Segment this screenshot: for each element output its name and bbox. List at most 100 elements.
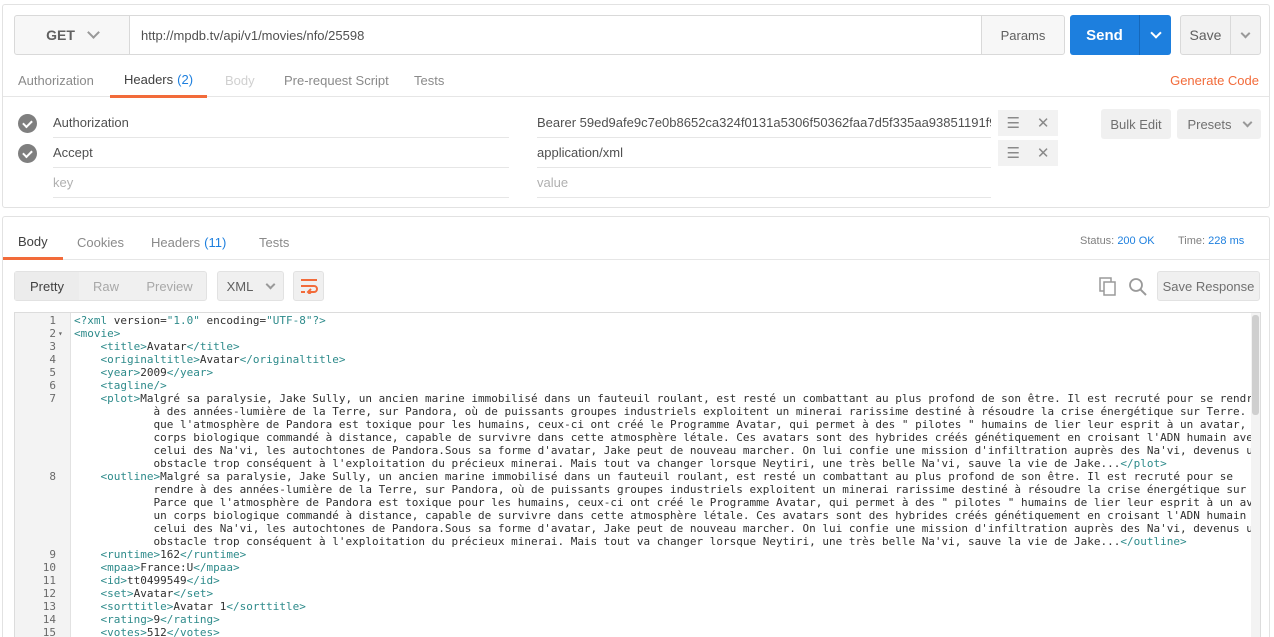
- line-number: 6: [49, 379, 56, 392]
- view-mode-group: Pretty Raw Preview: [14, 271, 207, 301]
- tab-pre-request-script[interactable]: Pre-request Script: [284, 63, 389, 97]
- response-panel: Body Cookies Headers (11) Tests Status: …: [2, 216, 1270, 637]
- time-readout: Time: 228 ms: [1178, 235, 1244, 247]
- code-text: <sorttitle>Avatar 1</sorttitle>: [100, 600, 306, 613]
- header-value-input[interactable]: value: [537, 168, 991, 198]
- code-text: <year>2009</year>: [100, 366, 214, 379]
- code-text: à des années-lumière de la Terre, sur Pa…: [74, 405, 1261, 418]
- code-text: <outline>Malgré sa paralysie, Jake Sully…: [100, 470, 1233, 483]
- request-panel: GET http://mpdb.tv/api/v1/movies/nfo/255…: [2, 4, 1270, 208]
- tab-body[interactable]: Body: [3, 225, 63, 260]
- code-text: obstacle trop conséquent à l'exploitatio…: [74, 535, 1187, 548]
- search-icon[interactable]: [1128, 277, 1148, 300]
- close-icon[interactable]: ✕: [1037, 114, 1050, 132]
- presets-label: Presets: [1187, 116, 1232, 132]
- chevron-down-icon: [87, 26, 100, 39]
- time-label: Time:: [1178, 235, 1206, 247]
- code-text: <?xml version="1.0" encoding="UTF-8"?>: [74, 314, 326, 327]
- tab-tests[interactable]: Tests: [259, 225, 289, 259]
- header-value-input[interactable]: Bearer 59ed9afe9c7e0b8652ca324f0131a5306…: [537, 108, 991, 138]
- code-text: <plot>Malgré sa paralysie, Jake Sully, u…: [100, 392, 1260, 405]
- line-number: 8: [49, 470, 56, 483]
- line-number: 9: [49, 548, 56, 561]
- chevron-down-icon: [1240, 28, 1251, 38]
- tab-label: Authorization: [18, 72, 94, 88]
- line-number: 5: [49, 366, 56, 379]
- row-actions: ☰ ✕: [998, 140, 1058, 166]
- method-select[interactable]: GET: [15, 16, 130, 54]
- code-text: <id>tt0499549</id>: [100, 574, 220, 587]
- fold-toggle-icon[interactable]: ▾: [58, 327, 63, 340]
- save-options-button[interactable]: [1231, 16, 1260, 54]
- drag-handle-icon[interactable]: ☰: [1006, 114, 1019, 132]
- method-label: GET: [46, 27, 75, 43]
- chevron-down-icon: [1149, 27, 1162, 39]
- line-number: 4: [49, 353, 56, 366]
- code-text: celui des Na'vi, les autochtones de Pand…: [74, 522, 1260, 535]
- header-key-input[interactable]: Authorization: [53, 108, 509, 138]
- bulk-edit-button[interactable]: Bulk Edit: [1101, 109, 1171, 139]
- code-text: rendre à des années-lumière de la Terre,…: [74, 483, 1261, 496]
- request-tabs: Authorization Headers (2) Body Pre-reque…: [3, 63, 1269, 98]
- tab-label: Body: [18, 233, 48, 249]
- code-text: <set>Avatar</set>: [100, 587, 214, 600]
- tab-cookies[interactable]: Cookies: [77, 225, 124, 259]
- presets-button[interactable]: Presets: [1177, 109, 1261, 139]
- line-number: 3: [49, 340, 56, 353]
- tab-authorization[interactable]: Authorization: [18, 63, 94, 97]
- code-text: <movie>: [74, 327, 121, 340]
- checkbox-checked-icon[interactable]: [18, 114, 37, 133]
- chevron-down-icon: [265, 279, 276, 289]
- line-number: 10: [42, 561, 56, 574]
- code-text: Parce que l'atmosphère de Pandora est to…: [74, 496, 1261, 509]
- send-button: Send: [1070, 15, 1171, 55]
- format-label: XML: [226, 278, 254, 294]
- tab-label: Tests: [259, 234, 290, 250]
- save-button: Save: [1180, 15, 1261, 55]
- header-row: Accept application/xml ☰ ✕: [3, 138, 1269, 168]
- url-input[interactable]: http://mpdb.tv/api/v1/movies/nfo/25598: [130, 16, 981, 54]
- tab-headers[interactable]: Headers (2): [110, 63, 208, 98]
- params-button[interactable]: Params: [981, 16, 1064, 54]
- wrap-lines-icon: [300, 279, 318, 294]
- url-bar: GET http://mpdb.tv/api/v1/movies/nfo/255…: [14, 15, 1065, 55]
- checkbox-checked-icon[interactable]: [18, 144, 37, 163]
- line-number: 7: [49, 392, 56, 405]
- save-button-label[interactable]: Save: [1181, 16, 1231, 54]
- format-select[interactable]: XML: [217, 271, 284, 301]
- tab-label: Headers: [151, 234, 201, 250]
- code-text: <rating>9</rating>: [100, 613, 220, 626]
- close-icon[interactable]: ✕: [1037, 144, 1050, 162]
- scrollbar[interactable]: [1251, 313, 1260, 637]
- view-raw-button[interactable]: Raw: [79, 272, 133, 300]
- header-row-empty: key value: [3, 168, 1269, 198]
- drag-handle-icon[interactable]: ☰: [1006, 144, 1019, 162]
- code-viewer[interactable]: 1 <?xml version="1.0" encoding="UTF-8"?> 2…: [14, 312, 1261, 637]
- code-text: <votes>512</votes>: [100, 626, 220, 637]
- tab-body[interactable]: Body: [225, 63, 255, 97]
- tab-label: Body: [225, 72, 255, 88]
- tab-headers[interactable]: Headers (11): [151, 225, 226, 259]
- generate-code-link[interactable]: Generate Code: [1170, 73, 1259, 88]
- view-preview-button[interactable]: Preview: [133, 272, 206, 300]
- send-button-label[interactable]: Send: [1070, 15, 1140, 55]
- tab-label: Tests: [414, 72, 445, 88]
- chevron-down-icon: [1242, 117, 1252, 127]
- view-pretty-button[interactable]: Pretty: [15, 272, 79, 300]
- line-number: 11: [42, 574, 56, 587]
- header-key-input[interactable]: Accept: [53, 138, 509, 168]
- send-options-button[interactable]: [1140, 15, 1171, 55]
- code-text: un corps biologique commandé à distance,…: [74, 509, 1261, 522]
- status-value: 200 OK: [1117, 235, 1155, 247]
- copy-icon[interactable]: [1099, 277, 1117, 300]
- tab-tests[interactable]: Tests: [414, 63, 444, 97]
- header-key-input[interactable]: key: [53, 168, 509, 198]
- scrollbar-thumb[interactable]: [1252, 315, 1259, 415]
- code-text: corps biologique commandé à distance, ca…: [74, 431, 1260, 444]
- header-value-input[interactable]: application/xml: [537, 138, 991, 168]
- save-response-button[interactable]: Save Response: [1157, 271, 1260, 301]
- line-number: 2: [49, 327, 56, 340]
- wrap-lines-button[interactable]: [293, 271, 324, 301]
- time-value: 228 ms: [1208, 235, 1245, 247]
- line-number: 15: [42, 626, 56, 637]
